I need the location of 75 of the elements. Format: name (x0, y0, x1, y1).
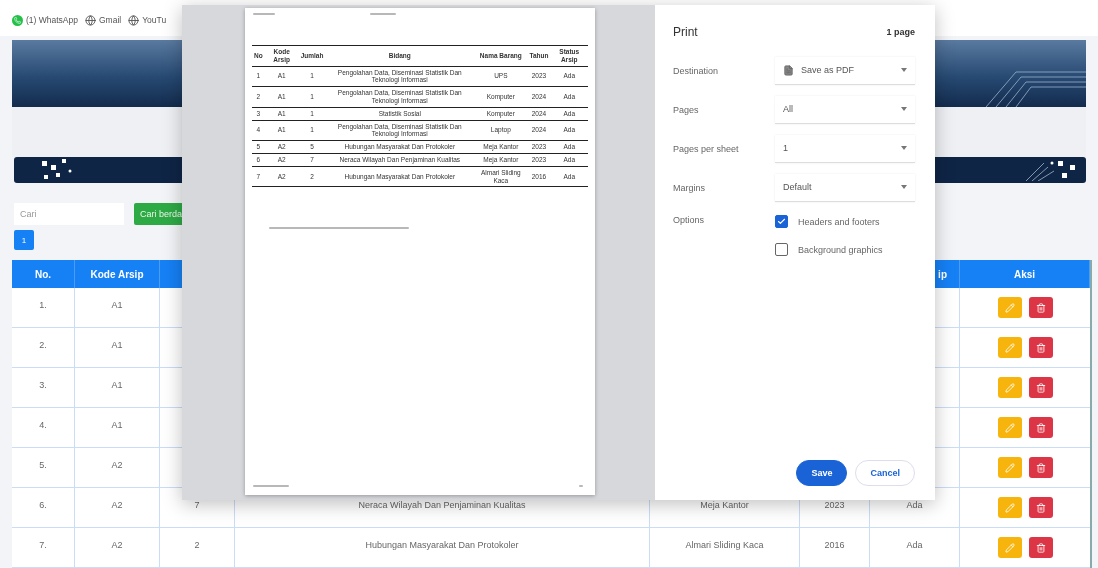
setting-select[interactable]: Default (775, 173, 915, 202)
archive-code-cell: A1 (75, 328, 160, 367)
option-checkbox[interactable]: Headers and footers (775, 215, 935, 228)
page-button[interactable]: 1 (14, 230, 34, 250)
division-cell: Hubungan Masyarakat Dan Protokoler (235, 528, 650, 567)
save-button[interactable]: Save (796, 460, 848, 486)
year-cell: 2016 (800, 528, 870, 567)
pencil-icon (1004, 382, 1015, 393)
cancel-button[interactable]: Cancel (855, 460, 915, 486)
setting-select[interactable]: Save as PDF (775, 56, 915, 85)
archive-code-cell: A2 (75, 528, 160, 567)
row-number-cell: 3. (12, 368, 75, 407)
row-number-cell: 7. (12, 528, 75, 567)
row-number-cell: 5. (12, 448, 75, 487)
pencil-icon (1004, 342, 1015, 353)
trash-icon (1035, 542, 1046, 553)
illegible-text-line (253, 485, 289, 487)
search-field[interactable]: Cari (14, 203, 124, 225)
row-number-cell: 4. (12, 408, 75, 447)
bookmark[interactable]: (1) WhatsApp (12, 14, 78, 26)
setting-select[interactable]: 1 (775, 134, 915, 163)
row-number-cell: 6. (12, 488, 75, 527)
setting-label: Pages (673, 104, 700, 115)
globe-icon (128, 14, 140, 26)
trash-icon (1035, 502, 1046, 513)
delete-button[interactable] (1028, 497, 1053, 518)
dialog-title: Print (673, 25, 698, 39)
delete-button[interactable] (1028, 337, 1053, 358)
delete-button[interactable] (1028, 377, 1053, 398)
pencil-icon (1004, 302, 1015, 313)
page-count: 1 page (886, 27, 915, 37)
bookmark[interactable]: Gmail (84, 14, 122, 26)
setting-select[interactable]: All (775, 95, 915, 124)
caret-icon (901, 68, 907, 72)
pencil-icon (1004, 422, 1015, 433)
archive-code-cell: A1 (75, 368, 160, 407)
delete-button[interactable] (1028, 537, 1053, 558)
pencil-icon (1004, 542, 1015, 553)
illegible-text-line (370, 13, 396, 15)
archive-code-cell: A1 (75, 288, 160, 327)
document-icon (783, 64, 794, 76)
globe-icon (84, 14, 96, 26)
archive-code-cell: A2 (75, 448, 160, 487)
trash-icon (1035, 422, 1046, 433)
pencil-icon (1004, 502, 1015, 513)
illegible-text-line (579, 485, 583, 487)
trash-icon (1035, 462, 1046, 473)
delete-button[interactable] (1028, 297, 1053, 318)
setting-label: Options (673, 215, 706, 227)
row-number-cell: 1. (12, 288, 75, 327)
phone-icon (12, 14, 23, 26)
row-number-cell: 2. (12, 328, 75, 367)
option-checkbox[interactable]: Background graphics (775, 243, 935, 256)
circuit-dots-drawing (1026, 159, 1076, 181)
checkbox[interactable] (775, 215, 788, 228)
setting-label: Destination (673, 65, 720, 76)
archive-status-cell: Ada (870, 528, 960, 567)
quantity-cell: 2 (160, 528, 235, 567)
bookmark[interactable]: YouTu (128, 14, 167, 26)
pencil-icon (1004, 462, 1015, 473)
delete-button[interactable] (1028, 457, 1053, 478)
archive-code-cell: A2 (75, 488, 160, 527)
checkbox[interactable] (775, 243, 788, 256)
illegible-text-line (253, 13, 275, 15)
caret-icon (901, 146, 907, 150)
trash-icon (1035, 302, 1046, 313)
trash-icon (1035, 382, 1046, 393)
setting-label: Margins (673, 182, 706, 193)
trash-icon (1035, 342, 1046, 353)
check-icon (777, 217, 786, 226)
setting-label: Pages per sheet (673, 143, 740, 154)
delete-button[interactable] (1028, 417, 1053, 438)
caret-icon (901, 185, 907, 189)
item-name-cell: Almari Sliding Kaca (650, 528, 800, 567)
archive-code-cell: A1 (75, 408, 160, 447)
